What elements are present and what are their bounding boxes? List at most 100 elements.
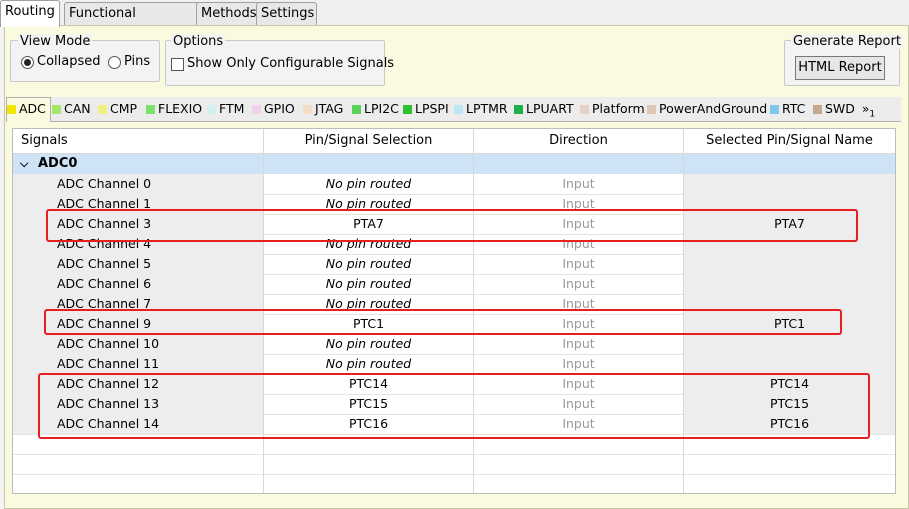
more-tabs-button[interactable]: »1 <box>862 99 875 119</box>
tab-gpio[interactable]: GPIO <box>252 99 295 119</box>
tab-rtc[interactable]: RTC <box>770 99 805 119</box>
header-selected-name[interactable]: Selected Pin/Signal Name <box>684 129 895 153</box>
signal-name: ADC Channel 4 <box>13 234 263 254</box>
html-report-button[interactable]: HTML Report <box>795 56 885 80</box>
direction-cell: Input <box>562 376 595 391</box>
tab-ftm[interactable]: FTM <box>207 99 244 119</box>
tab-label: FLEXIO <box>158 101 203 116</box>
pin-selection-cell[interactable]: PTC15 <box>264 394 473 414</box>
table-row[interactable]: ADC Channel 0 No pin routed Input <box>13 174 895 195</box>
signals-table: Signals Pin/Signal Selection Direction S… <box>12 128 896 494</box>
table-row[interactable]: ADC Channel 10 No pin routed Input <box>13 334 895 355</box>
direction-cell: Input <box>562 216 595 231</box>
adc-color-swatch <box>7 105 16 114</box>
lpspi-color-swatch <box>403 105 412 114</box>
signal-name: ADC Channel 5 <box>13 254 263 274</box>
tab-platform[interactable]: Platform <box>580 99 645 119</box>
pins-radio[interactable] <box>108 56 121 69</box>
direction-cell: Input <box>562 356 595 371</box>
tab-lpspi[interactable]: LPSPI <box>403 99 449 119</box>
tab-lptmr[interactable]: LPTMR <box>454 99 508 119</box>
direction-cell: Input <box>562 256 595 271</box>
table-row[interactable]: ADC Channel 7 No pin routed Input <box>13 294 895 315</box>
flexio-color-swatch <box>146 105 155 114</box>
signal-name: ADC Channel 10 <box>13 334 263 354</box>
pin-selection-cell[interactable]: No pin routed <box>264 194 473 214</box>
table-row[interactable]: ADC Channel 11 No pin routed Input <box>13 354 895 375</box>
pin-selection-cell[interactable]: PTC14 <box>264 374 473 394</box>
header-direction[interactable]: Direction <box>474 129 683 153</box>
table-row[interactable]: ADC Channel 4 No pin routed Input <box>13 234 895 255</box>
tab-adc[interactable]: ADC <box>6 97 51 122</box>
selected-pin-name-cell <box>684 174 895 194</box>
lpuart-color-swatch <box>514 105 523 114</box>
tab-swd[interactable]: SWD <box>813 99 855 119</box>
empty-row <box>13 474 895 493</box>
signal-name: ADC Channel 1 <box>13 194 263 214</box>
generate-report-label: Generate Report <box>791 34 903 49</box>
pin-selection-cell[interactable]: No pin routed <box>264 234 473 254</box>
pin-selection-cell[interactable]: No pin routed <box>264 174 473 194</box>
signal-name: ADC Channel 3 <box>13 214 263 234</box>
header-signals[interactable]: Signals <box>21 129 68 153</box>
table-row[interactable]: ADC Channel 3 PTA7 Input PTA7 <box>13 214 895 235</box>
direction-cell: Input <box>562 296 595 311</box>
direction-cell: Input <box>562 236 595 251</box>
tab-lpi2c[interactable]: LPI2C <box>352 99 399 119</box>
signal-name: ADC Channel 7 <box>13 294 263 314</box>
table-row[interactable]: ADC Channel 12 PTC14 Input PTC14 <box>13 374 895 395</box>
configurable-signals-checkbox[interactable] <box>171 58 184 71</box>
tab-can[interactable]: CAN <box>52 99 91 119</box>
configurable-signals-label[interactable]: Show Only Configurable Signals <box>187 56 394 71</box>
pins-label[interactable]: Pins <box>124 54 150 69</box>
table-row[interactable]: ADC Channel 5 No pin routed Input <box>13 254 895 275</box>
selected-pin-name-cell <box>684 334 895 354</box>
pin-selection-cell[interactable]: No pin routed <box>264 334 473 354</box>
tab-label: RTC <box>782 101 806 116</box>
pin-selection-cell[interactable]: No pin routed <box>264 254 473 274</box>
table-row[interactable]: ADC Channel 14 PTC16 Input PTC16 <box>13 414 895 435</box>
group-label: ADC0 <box>38 156 78 171</box>
selected-pin-name-cell <box>684 274 895 294</box>
tab-flexio[interactable]: FLEXIO <box>146 99 202 119</box>
rtc-color-swatch <box>770 105 779 114</box>
selected-pin-name-cell: PTC1 <box>684 314 895 334</box>
pin-selection-cell[interactable]: PTA7 <box>264 214 473 234</box>
pin-selection-cell[interactable]: PTC1 <box>264 314 473 334</box>
tab-cmp[interactable]: CMP <box>98 99 137 119</box>
pin-selection-cell[interactable]: No pin routed <box>264 354 473 374</box>
signal-name: ADC Channel 12 <box>13 374 263 394</box>
tab-powerandground[interactable]: PowerAndGround <box>647 99 767 119</box>
tab-label: GPIO <box>264 101 295 116</box>
pin-selection-cell[interactable]: No pin routed <box>264 274 473 294</box>
table-header: Signals Pin/Signal Selection Direction S… <box>13 129 895 154</box>
tab-routing[interactable]: Routing <box>0 0 60 27</box>
table-row[interactable]: ADC Channel 6 No pin routed Input <box>13 274 895 295</box>
pin-selection-cell[interactable]: PTC16 <box>264 414 473 434</box>
tab-label: JTAG <box>315 101 344 116</box>
tab-functional-properties[interactable]: Functional Properties <box>64 2 201 43</box>
column-divider <box>683 129 684 493</box>
more-tabs-count: 1 <box>869 109 876 120</box>
selected-pin-name-cell: PTC16 <box>684 414 895 434</box>
table-row[interactable]: ADC Channel 1 No pin routed Input <box>13 194 895 215</box>
chevron-down-icon[interactable]: ⌵ <box>20 154 28 174</box>
tab-settings[interactable]: Settings <box>256 2 317 25</box>
header-pin-selection[interactable]: Pin/Signal Selection <box>264 129 473 153</box>
group-row-adc0[interactable]: ⌵ ADC0 <box>13 154 895 174</box>
table-row[interactable]: ADC Channel 13 PTC15 Input PTC15 <box>13 394 895 415</box>
empty-row <box>13 454 895 475</box>
direction-cell: Input <box>562 316 595 331</box>
tab-jtag[interactable]: JTAG <box>303 99 343 119</box>
selected-pin-name-cell <box>684 354 895 374</box>
tab-label: SWD <box>825 101 855 116</box>
selected-pin-name-cell: PTC14 <box>684 374 895 394</box>
table-row[interactable]: ADC Channel 9 PTC1 Input PTC1 <box>13 314 895 335</box>
tab-methods[interactable]: Methods <box>196 2 261 25</box>
tab-lpuart[interactable]: LPUART <box>514 99 574 119</box>
collapsed-radio[interactable] <box>21 56 34 69</box>
collapsed-label[interactable]: Collapsed <box>37 54 101 69</box>
direction-cell: Input <box>562 176 595 191</box>
tab-label: FTM <box>219 101 245 116</box>
pin-selection-cell[interactable]: No pin routed <box>264 294 473 314</box>
